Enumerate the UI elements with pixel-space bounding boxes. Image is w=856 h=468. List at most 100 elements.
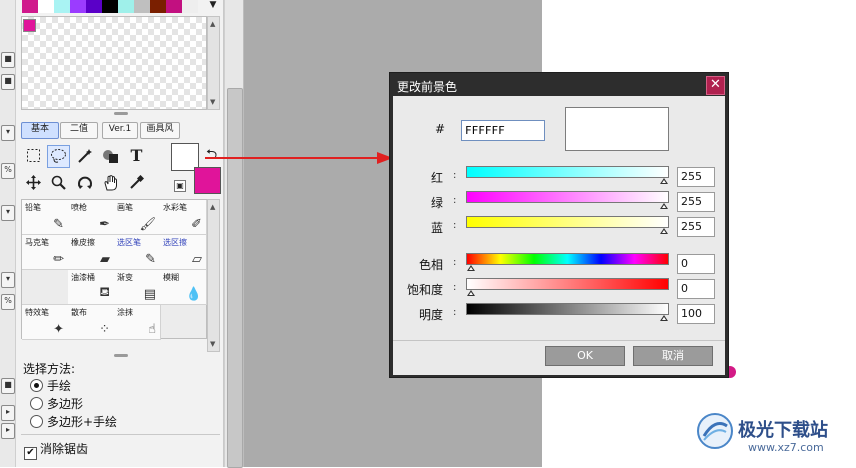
tab-binary[interactable]: 二值 xyxy=(60,122,98,139)
selection-pen-icon: ✎ xyxy=(145,252,156,267)
slider-label-saturation: 饱和度 xyxy=(407,283,444,297)
brush-cell[interactable]: 模糊 💧 xyxy=(160,270,207,305)
brightness-slider-handle[interactable] xyxy=(660,315,668,321)
fill-icon[interactable] xyxy=(99,145,122,168)
radio-label: 多边形 xyxy=(47,397,84,411)
color-dialog: 更改前景色 ✕ # 红 : 255 绿 : 255 蓝 : 255 色相 : 0… xyxy=(389,72,729,378)
brush-cell[interactable]: 涂抹 ☝ xyxy=(114,305,161,340)
brush-cell[interactable]: 橡皮擦 ▰ xyxy=(68,235,115,270)
swatch[interactable] xyxy=(102,0,118,13)
green-slider-handle[interactable] xyxy=(660,203,668,209)
swatch[interactable] xyxy=(22,0,38,13)
brush-label: 选区笔 xyxy=(117,238,141,247)
hex-input[interactable] xyxy=(461,120,545,141)
green-value[interactable]: 255 xyxy=(677,192,715,212)
strip-button-3[interactable]: ▾ xyxy=(1,125,15,141)
swatch[interactable] xyxy=(150,0,166,13)
custom-palette[interactable] xyxy=(21,16,207,110)
swatch[interactable] xyxy=(182,0,198,13)
swatch[interactable] xyxy=(54,0,70,13)
red-value[interactable]: 255 xyxy=(677,167,715,187)
brush-cell[interactable]: 马克笔 ✏ xyxy=(22,235,69,270)
tab-ver1[interactable]: Ver.1 xyxy=(102,122,138,139)
strip-button-4[interactable]: % xyxy=(1,163,15,179)
radio-button[interactable] xyxy=(30,379,43,392)
green-slider[interactable] xyxy=(466,191,669,203)
cancel-button[interactable]: 取消 xyxy=(633,346,713,366)
saturation-slider-handle[interactable] xyxy=(467,290,475,296)
hand-icon[interactable] xyxy=(99,172,122,195)
swatch-dropdown-icon[interactable]: ▼ xyxy=(206,0,220,12)
brush-label: 橡皮擦 xyxy=(71,238,95,247)
checkbox-box[interactable]: ✔ xyxy=(24,447,37,460)
panel-scrollbar[interactable] xyxy=(224,0,244,468)
swatch[interactable] xyxy=(118,0,134,13)
swatch[interactable] xyxy=(38,0,54,13)
brightness-slider[interactable] xyxy=(466,303,669,315)
strip-button-8[interactable]: ■ xyxy=(1,378,15,394)
blue-value[interactable]: 255 xyxy=(677,217,715,237)
lasso-select-icon[interactable] xyxy=(47,145,70,168)
brush-cell[interactable]: 渐变 ▤ xyxy=(114,270,161,305)
red-slider[interactable] xyxy=(466,166,669,178)
radio-freehand[interactable]: 手绘 xyxy=(30,377,71,394)
antialias-label: 消除锯齿 xyxy=(40,442,89,456)
tab-painter-style[interactable]: 画具风 xyxy=(140,122,180,139)
brush-cell[interactable]: 选区笔 ✎ xyxy=(114,235,161,270)
background-color[interactable] xyxy=(194,167,221,194)
tab-basic[interactable]: 基本 xyxy=(21,122,59,139)
watermark-logo-icon xyxy=(697,413,733,449)
panel-splitter[interactable] xyxy=(114,112,128,115)
swatch[interactable] xyxy=(86,0,102,13)
swatch[interactable] xyxy=(70,0,86,13)
brush-scrollbar[interactable]: ▲ ▼ xyxy=(207,199,220,352)
radio-polygon-freehand[interactable]: 多边形+手绘 xyxy=(30,413,117,430)
brush-cell[interactable]: 油漆桶 ⛾ xyxy=(68,270,115,305)
zoom-icon[interactable] xyxy=(47,172,70,195)
panel-splitter[interactable] xyxy=(114,354,128,357)
brush-cell[interactable]: 水彩笔 ✐ xyxy=(160,200,207,235)
palette-swatch[interactable] xyxy=(23,19,36,32)
brush-cell[interactable]: 喷枪 ✒ xyxy=(68,200,115,235)
move-icon[interactable] xyxy=(22,172,45,195)
ok-button[interactable]: OK xyxy=(545,346,625,366)
reset-colors-icon[interactable]: ▣ xyxy=(174,180,186,192)
text-icon[interactable]: T xyxy=(125,145,148,168)
antialias-checkbox[interactable]: ✔ 消除锯齿 xyxy=(24,440,88,460)
red-slider-handle[interactable] xyxy=(660,178,668,184)
strip-button-5[interactable]: ▾ xyxy=(1,205,15,221)
eyedropper-icon[interactable] xyxy=(125,172,148,195)
rotate-icon[interactable] xyxy=(73,172,96,195)
hue-slider-handle[interactable] xyxy=(467,265,475,271)
radio-polygon[interactable]: 多边形 xyxy=(30,395,83,412)
strip-button-10[interactable]: ▸ xyxy=(1,423,15,439)
brush-cell[interactable]: 特效笔 ✦ xyxy=(22,305,69,340)
brush-cell[interactable]: 选区擦 ▱ xyxy=(160,235,207,270)
strip-button-9[interactable]: ▸ xyxy=(1,405,15,421)
swatch[interactable] xyxy=(134,0,150,13)
saturation-slider[interactable] xyxy=(466,278,669,290)
scrollbar-thumb[interactable] xyxy=(227,88,243,468)
brush-cell[interactable]: 画笔 🖌 xyxy=(114,200,161,235)
strip-button-1[interactable]: ■ xyxy=(1,52,15,68)
strip-button-2[interactable]: ■ xyxy=(1,74,15,90)
brightness-value[interactable]: 100 xyxy=(677,304,715,324)
brush-cell[interactable]: 铅笔 ✎ xyxy=(22,200,69,235)
swatch[interactable] xyxy=(166,0,182,13)
close-icon[interactable]: ✕ xyxy=(706,76,725,95)
divider xyxy=(21,434,220,435)
radio-button[interactable] xyxy=(30,415,43,428)
strip-button-6[interactable]: ▾ xyxy=(1,272,15,288)
saturation-value[interactable]: 0 xyxy=(677,279,715,299)
radio-button[interactable] xyxy=(30,397,43,410)
brush-cell[interactable]: 散布 ⁘ xyxy=(68,305,115,340)
magic-wand-icon[interactable] xyxy=(73,145,96,168)
rect-select-icon[interactable] xyxy=(22,145,45,168)
blue-slider[interactable] xyxy=(466,216,669,228)
hue-slider[interactable] xyxy=(466,253,669,265)
strip-button-7[interactable]: % xyxy=(1,294,15,310)
eraser-icon: ▰ xyxy=(100,252,110,267)
hue-value[interactable]: 0 xyxy=(677,254,715,274)
palette-scrollbar[interactable]: ▲ ▼ xyxy=(207,16,220,110)
blue-slider-handle[interactable] xyxy=(660,228,668,234)
